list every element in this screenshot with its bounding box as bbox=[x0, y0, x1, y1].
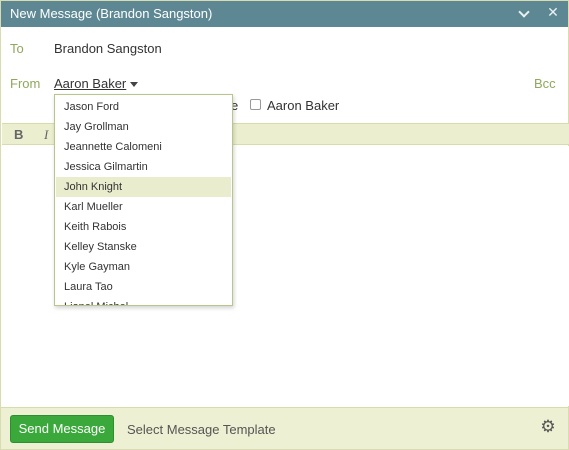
send-message-button[interactable]: Send Message bbox=[10, 415, 114, 443]
dropdown-item[interactable]: Jason Ford bbox=[56, 97, 231, 117]
dropdown-item[interactable]: Keith Rabois bbox=[56, 217, 231, 237]
title-bar[interactable]: New Message (Brandon Sangston) ✕ bbox=[1, 1, 568, 27]
close-icon[interactable]: ✕ bbox=[545, 4, 561, 22]
window-title: New Message (Brandon Sangston) bbox=[10, 6, 213, 21]
footer-bar: Send Message Select Message Template ⚙ bbox=[1, 407, 568, 449]
dropdown-item[interactable]: Laura Tao bbox=[56, 277, 231, 297]
select-template-link[interactable]: Select Message Template bbox=[127, 422, 276, 437]
cc-checkbox[interactable] bbox=[250, 99, 261, 110]
dropdown-item[interactable]: Kelley Stanske bbox=[56, 237, 231, 257]
cc-checkbox-label: Aaron Baker bbox=[267, 98, 340, 113]
compose-window: New Message (Brandon Sangston) ✕ To Bran… bbox=[0, 0, 569, 450]
to-label: To bbox=[10, 41, 24, 56]
bold-button[interactable]: B bbox=[14, 127, 23, 142]
dropdown-item-highlighted[interactable]: John Knight bbox=[56, 177, 231, 197]
to-recipient[interactable]: Brandon Sangston bbox=[54, 41, 162, 56]
from-value-text: Aaron Baker bbox=[54, 76, 127, 91]
from-label: From bbox=[10, 76, 41, 91]
from-selector[interactable]: Aaron Baker bbox=[54, 76, 139, 91]
caret-down-icon bbox=[130, 82, 139, 88]
dropdown-item[interactable]: Jeannette Calomeni bbox=[56, 137, 231, 157]
dropdown-item[interactable]: Karl Mueller bbox=[56, 197, 231, 217]
bcc-link[interactable]: Bcc bbox=[534, 76, 556, 91]
italic-button[interactable]: I bbox=[44, 127, 48, 143]
dropdown-item[interactable]: Kyle Gayman bbox=[56, 257, 231, 277]
from-dropdown-list[interactable]: Jason Ford Jay Grollman Jeannette Calome… bbox=[54, 94, 233, 306]
chevron-down-icon[interactable] bbox=[516, 4, 532, 22]
dropdown-item[interactable]: Jay Grollman bbox=[56, 117, 231, 137]
dropdown-item[interactable]: Jessica Gilmartin bbox=[56, 157, 231, 177]
dropdown-item[interactable]: Lionel Michel bbox=[56, 297, 231, 305]
gear-icon[interactable]: ⚙ bbox=[539, 418, 557, 436]
